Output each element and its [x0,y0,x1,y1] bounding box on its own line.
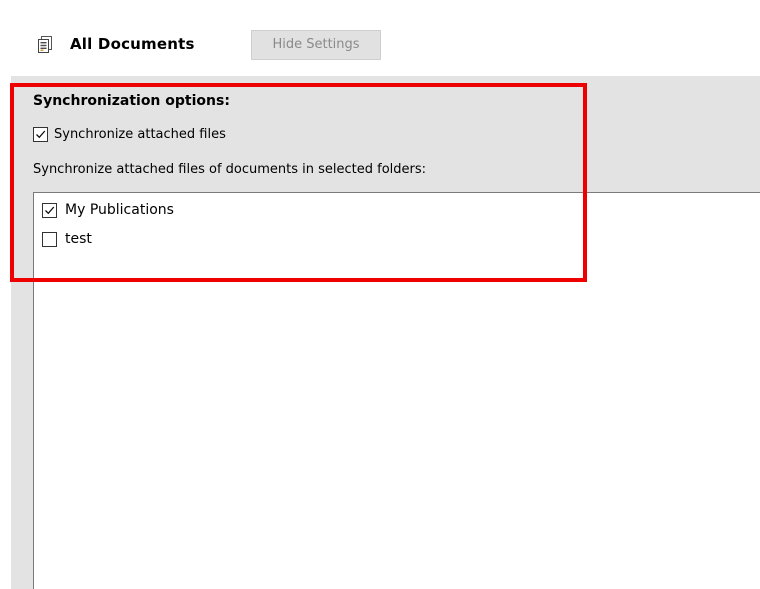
folders-caption: Synchronize attached files of documents … [33,162,427,177]
checkbox-checked-icon[interactable] [42,202,57,218]
app-window: All Documents Hide Settings Synchronizat… [0,0,760,589]
sync-attached-files-label: Synchronize attached files [54,126,226,142]
sync-attached-files-checkbox[interactable]: Synchronize attached files [33,124,226,144]
sync-options-heading: Synchronization options: [33,93,230,109]
folder-label: My Publications [65,202,174,218]
folder-item-my-publications[interactable]: My Publications [42,200,174,220]
page-title: All Documents [70,35,195,53]
folder-item-test[interactable]: test [42,229,92,249]
hide-settings-button[interactable]: Hide Settings [251,30,381,60]
documents-icon [38,36,52,53]
toolbar: All Documents Hide Settings [0,0,760,76]
folder-label: test [65,231,92,247]
checkbox-unchecked-icon[interactable] [42,231,57,247]
folder-list[interactable]: My Publications test [33,192,760,589]
checkbox-checked-icon[interactable] [33,126,48,142]
